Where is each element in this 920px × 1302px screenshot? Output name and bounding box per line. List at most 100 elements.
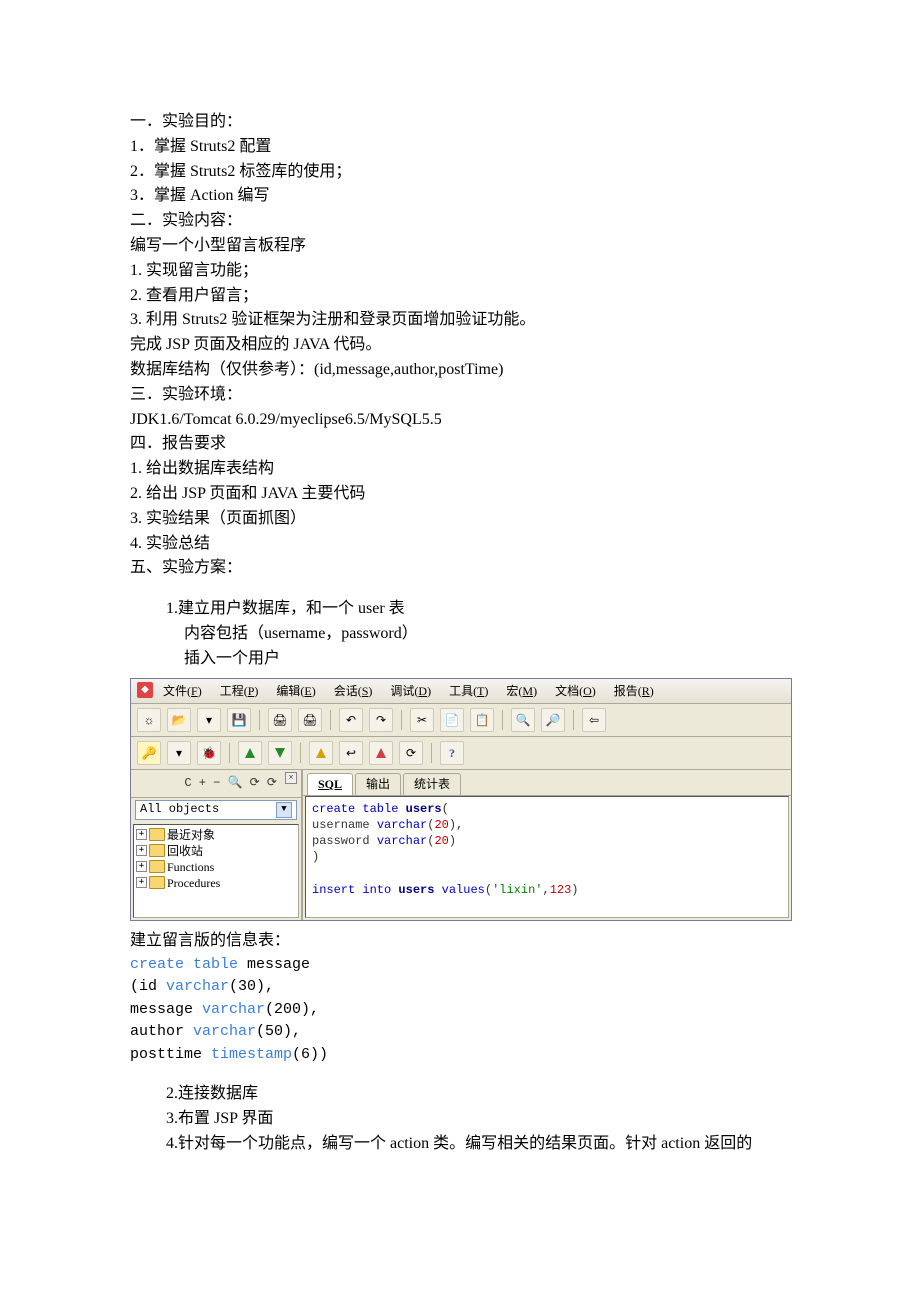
section-3-title: 三．实验环境： bbox=[130, 383, 790, 408]
chevron-down-icon: ▼ bbox=[276, 802, 292, 818]
sql-paren: ( bbox=[130, 978, 139, 995]
tree-item-label: Functions bbox=[167, 859, 214, 875]
object-browser: C + − 🔍 ⟳ ⟳ × All objects ▼ +最近对象+回收站+Fu… bbox=[131, 770, 303, 920]
sql-column: message bbox=[130, 1001, 202, 1018]
expand-icon[interactable]: + bbox=[136, 861, 147, 872]
sql-spec: (200), bbox=[265, 1001, 319, 1018]
expand-icon[interactable]: + bbox=[136, 877, 147, 888]
dropdown-icon[interactable]: ▾ bbox=[197, 708, 221, 732]
tree-item[interactable]: + Functions bbox=[136, 859, 296, 875]
open-icon[interactable]: 📂 bbox=[167, 708, 191, 732]
app-icon: ◆ bbox=[137, 682, 153, 698]
menu-item[interactable]: 调试(D) bbox=[390, 682, 431, 701]
step-1-line: 1.建立用户数据库，和一个 user 表 bbox=[130, 597, 790, 622]
help-icon[interactable]: ? bbox=[440, 741, 464, 765]
section-2-db: 数据库结构（仅供参考）：(id,message,author,postTime) bbox=[130, 358, 790, 383]
message-table-intro: 建立留言版的信息表： bbox=[130, 929, 790, 954]
sql-editor[interactable]: create table users( username varchar(20)… bbox=[305, 796, 789, 918]
sql-type: varchar bbox=[193, 1023, 256, 1040]
section-2-intro: 编写一个小型留言板程序 bbox=[130, 234, 790, 259]
menu-item[interactable]: 会话(S) bbox=[334, 682, 373, 701]
close-icon[interactable]: × bbox=[285, 772, 297, 784]
tab-输出[interactable]: 输出 bbox=[355, 773, 401, 795]
section-2-item: 1. 实现留言功能； bbox=[130, 259, 790, 284]
step-1-line: 插入一个用户 bbox=[130, 647, 790, 672]
commit-icon[interactable] bbox=[309, 741, 333, 765]
find-next-icon[interactable]: 🔎 bbox=[541, 708, 565, 732]
sql-type: timestamp bbox=[211, 1046, 292, 1063]
explain-icon[interactable] bbox=[369, 741, 393, 765]
print-icon[interactable]: 🖨 bbox=[268, 708, 292, 732]
object-tree[interactable]: +最近对象+回收站+Functions+Procedures bbox=[133, 824, 299, 918]
section-1-title: 一．实验目的： bbox=[130, 110, 790, 135]
sql-spec: (50), bbox=[256, 1023, 301, 1040]
print-preview-icon[interactable]: 🖨 bbox=[298, 708, 322, 732]
object-filter-select[interactable]: All objects ▼ bbox=[135, 800, 297, 820]
rollback-icon[interactable]: ↩ bbox=[339, 741, 363, 765]
section-2-item: 3. 利用 Struts2 验证框架为注册和登录页面增加验证功能。 bbox=[130, 308, 790, 333]
section-1-item: 2．掌握 Struts2 标签库的使用； bbox=[130, 160, 790, 185]
expand-icon[interactable]: + bbox=[136, 845, 147, 856]
step-3-line: 3.布置 JSP 界面 bbox=[130, 1107, 790, 1132]
menu-item[interactable]: 文档(O) bbox=[555, 682, 596, 701]
sql-column: id bbox=[139, 978, 157, 995]
folder-icon bbox=[149, 860, 165, 873]
section-5-title: 五、实验方案： bbox=[130, 556, 790, 581]
save-icon[interactable]: 💾 bbox=[227, 708, 251, 732]
sql-table-name: message bbox=[238, 956, 310, 973]
section-4-title: 四．报告要求 bbox=[130, 432, 790, 457]
execute-icon[interactable] bbox=[238, 741, 262, 765]
section-2-item: 2. 查看用户留言； bbox=[130, 284, 790, 309]
cut-icon[interactable]: ✂ bbox=[410, 708, 434, 732]
ide-menubar: ◆ 文件(F) 工程(P) 编辑(E) 会话(S) 调试(D) 工具(T) 宏(M) 文档(O… bbox=[131, 679, 791, 705]
tab-SQL[interactable]: SQL bbox=[307, 773, 353, 795]
step-2-line: 2.连接数据库 bbox=[130, 1082, 790, 1107]
folder-icon bbox=[149, 876, 165, 889]
paste-icon[interactable]: 📋 bbox=[470, 708, 494, 732]
find-icon[interactable]: 🔍 bbox=[511, 708, 535, 732]
object-filter-value: All objects bbox=[140, 800, 219, 819]
tree-item-label: Procedures bbox=[167, 875, 220, 891]
redo-icon[interactable]: ↷ bbox=[369, 708, 393, 732]
sql-create-message: create table message (id varchar(30), me… bbox=[130, 954, 790, 1067]
tree-item[interactable]: +回收站 bbox=[136, 843, 296, 859]
sql-column: posttime bbox=[130, 1046, 211, 1063]
section-4-item: 1. 给出数据库表结构 bbox=[130, 457, 790, 482]
folder-icon bbox=[149, 828, 165, 841]
bug-icon[interactable]: 🐞 bbox=[197, 741, 221, 765]
sql-type: varchar bbox=[157, 978, 229, 995]
refresh-icon[interactable]: ⟳ bbox=[399, 741, 423, 765]
step-4-line: 4.针对每一个功能点，编写一个 action 类。编写相关的结果页面。针对 ac… bbox=[130, 1132, 790, 1157]
section-1-item: 3．掌握 Action 编写 bbox=[130, 184, 790, 209]
ide-toolbar-1: ☼ 📂 ▾ 💾 🖨 🖨 ↶ ↷ ✂ 📄 📋 🔍 🔎 ⇦ bbox=[131, 704, 791, 737]
execute-step-icon[interactable] bbox=[268, 741, 292, 765]
menu-item[interactable]: 编辑(E) bbox=[276, 682, 315, 701]
sql-keyword: create table bbox=[130, 956, 238, 973]
db-ide-screenshot: ◆ 文件(F) 工程(P) 编辑(E) 会话(S) 调试(D) 工具(T) 宏(M) 文档(O… bbox=[130, 678, 792, 922]
key-icon[interactable]: 🔑 bbox=[137, 741, 161, 765]
section-4-item: 3. 实验结果（页面抓图） bbox=[130, 507, 790, 532]
expand-icon[interactable]: + bbox=[136, 829, 147, 840]
section-1-item: 1．掌握 Struts2 配置 bbox=[130, 135, 790, 160]
menu-item[interactable]: 宏(M) bbox=[506, 682, 537, 701]
editor-tabs: SQL输出统计表 bbox=[303, 770, 791, 796]
section-3-env: JDK1.6/Tomcat 6.0.29/myeclipse6.5/MySQL5… bbox=[130, 408, 790, 433]
copy-icon[interactable]: 📄 bbox=[440, 708, 464, 732]
dropdown-icon[interactable]: ▾ bbox=[167, 741, 191, 765]
tree-item[interactable]: + Procedures bbox=[136, 875, 296, 891]
menu-item[interactable]: 报告(R) bbox=[614, 682, 654, 701]
tab-统计表[interactable]: 统计表 bbox=[403, 773, 461, 795]
tree-item-label: 最近对象 bbox=[167, 827, 215, 843]
menu-item[interactable]: 工程(P) bbox=[220, 682, 259, 701]
section-2-title: 二．实验内容： bbox=[130, 209, 790, 234]
sql-type: varchar bbox=[202, 1001, 265, 1018]
section-4-item: 2. 给出 JSP 页面和 JAVA 主要代码 bbox=[130, 482, 790, 507]
bulb-icon[interactable]: ☼ bbox=[137, 708, 161, 732]
menu-item[interactable]: 工具(T) bbox=[449, 682, 488, 701]
undo-icon[interactable]: ↶ bbox=[339, 708, 363, 732]
sql-spec: (6)) bbox=[292, 1046, 328, 1063]
back-icon[interactable]: ⇦ bbox=[582, 708, 606, 732]
ide-toolbar-2: 🔑 ▾ 🐞 ↩ ⟳ ? bbox=[131, 737, 791, 770]
menu-item[interactable]: 文件(F) bbox=[163, 682, 202, 701]
tree-item[interactable]: + 最近对象 bbox=[136, 827, 296, 843]
